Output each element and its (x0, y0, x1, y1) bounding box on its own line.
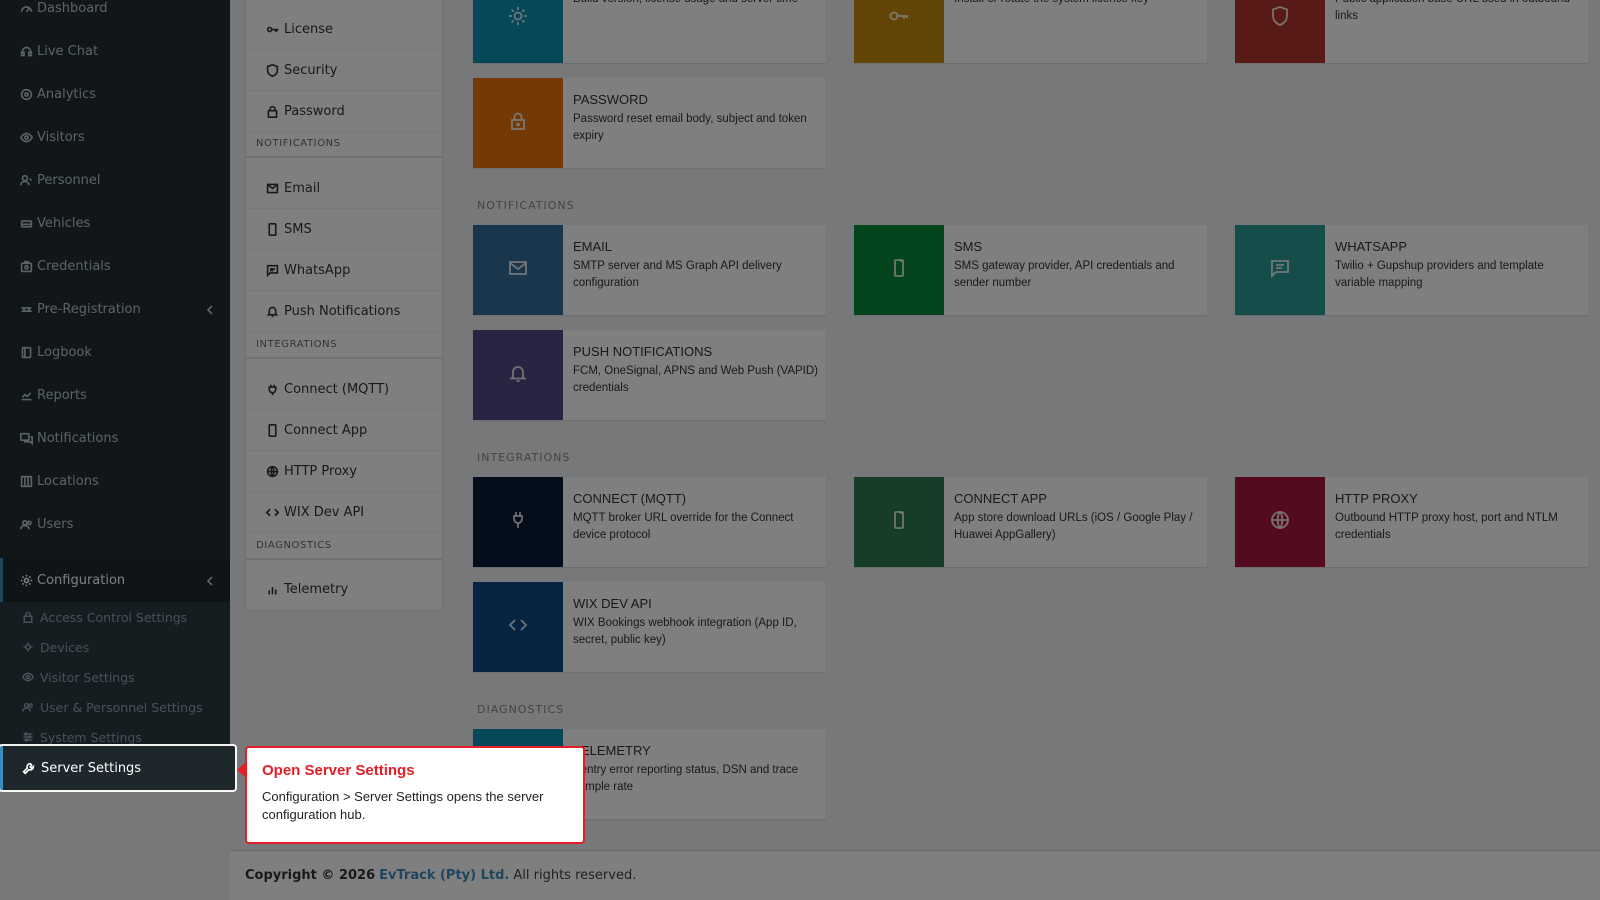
tooltip-arrow (237, 762, 246, 778)
sidebar-item-server-settings[interactable]: Server Settings (0, 746, 235, 790)
tooltip-body: Configuration > Server Settings opens th… (262, 789, 544, 822)
tooltip-title: Open Server Settings (262, 762, 415, 779)
submenu-item-label: Server Settings (41, 760, 142, 776)
tour-tooltip: Open Server Settings Configuration > Ser… (237, 746, 585, 844)
wrench-icon (22, 761, 36, 775)
